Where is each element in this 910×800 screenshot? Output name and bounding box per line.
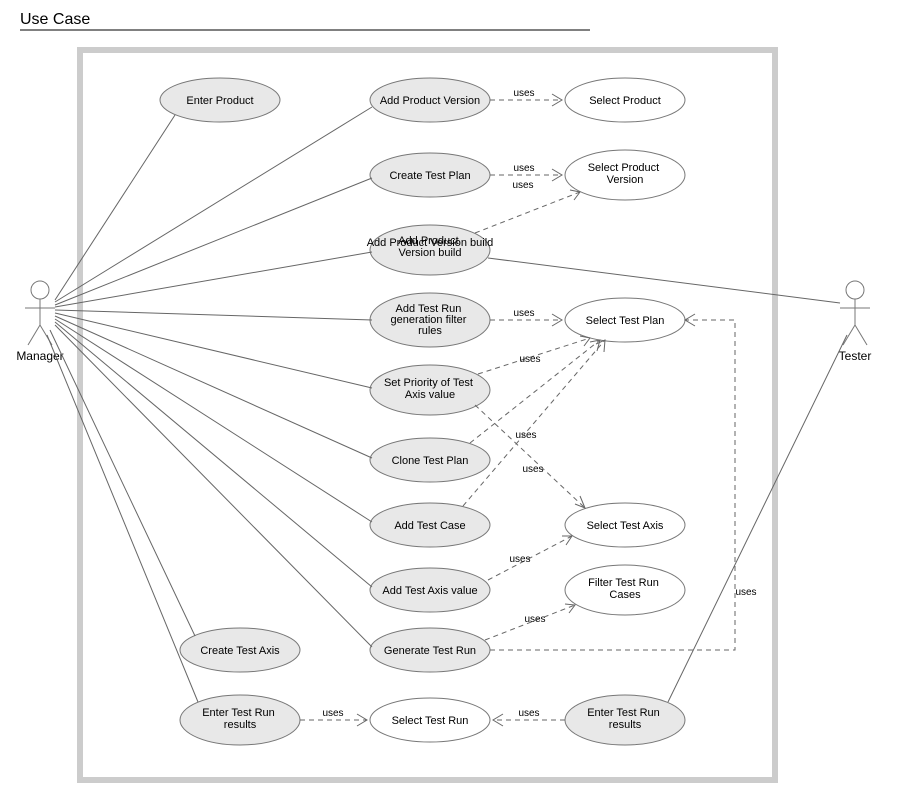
assoc-manager-add-product-version-build — [55, 252, 372, 307]
svg-text:uses: uses — [509, 554, 530, 565]
svg-text:uses: uses — [515, 430, 536, 441]
usecase-add-test-run-gen-filter-rules: Add Test Run generation filter rules — [370, 293, 490, 347]
usecase-add-test-axis-value: Add Test Axis value — [370, 568, 490, 612]
dep-add-test-axis-value-uses-select-test-axis: uses — [488, 536, 572, 580]
assoc-manager-add-test-case — [55, 319, 372, 522]
svg-text:Create Test Axis: Create Test Axis — [200, 645, 280, 657]
actor-manager: Manager — [16, 281, 63, 363]
svg-text:Select Product: Select Product — [589, 95, 661, 107]
assoc-manager-add-test-axis-value — [55, 322, 372, 587]
svg-text:uses: uses — [322, 708, 343, 719]
assoc-tester-add-product-version-build — [488, 258, 840, 303]
svg-text:Select Test Axis: Select Test Axis — [587, 520, 664, 532]
assoc-manager-generate-test-run — [55, 325, 372, 647]
usecase-select-test-plan: Select Test Plan — [565, 298, 685, 342]
usecase-enter-test-run-results-left: Enter Test Run results — [180, 695, 300, 745]
usecase-enter-test-run-results-right: Enter Test Run results — [565, 695, 685, 745]
assoc-manager-enter-test-run-results — [47, 335, 198, 702]
svg-text:Manager: Manager — [16, 349, 63, 363]
dep-add-product-version-uses-select-product: uses — [490, 88, 562, 106]
svg-text:uses: uses — [513, 308, 534, 319]
diagram-title: Use Case — [20, 11, 90, 28]
dep-add-pvb-uses-select-product-version: uses — [475, 180, 580, 233]
svg-text:uses: uses — [518, 708, 539, 719]
svg-text:Clone Test Plan: Clone Test Plan — [392, 455, 469, 467]
svg-text:Tester: Tester — [839, 349, 872, 363]
usecase-select-product: Select Product — [565, 78, 685, 122]
usecase-clone-test-plan: Clone Test Plan — [370, 438, 490, 482]
dep-filter-rules-uses-select-test-plan: uses — [490, 308, 562, 326]
dep-enter-results-right-uses-select-test-run: uses — [493, 708, 565, 726]
actor-tester: Tester — [839, 281, 872, 363]
assoc-manager-clone-test-plan — [55, 316, 372, 458]
svg-text:Generate Test Run: Generate Test Run — [384, 645, 476, 657]
svg-text:Add Test Axis value: Add Test Axis value — [382, 585, 477, 597]
dep-generate-uses-filter-cases: uses — [485, 604, 575, 640]
assoc-manager-create-test-plan — [55, 178, 372, 305]
dep-create-test-plan-uses-select-product-version: uses — [490, 163, 562, 181]
svg-text:uses: uses — [519, 354, 540, 365]
svg-text:uses: uses — [522, 464, 543, 475]
assoc-tester-enter-test-run-results — [668, 335, 847, 702]
svg-text:Add Product Version: Add Product Version — [380, 95, 480, 107]
svg-text:uses: uses — [512, 180, 533, 191]
svg-text:uses: uses — [735, 587, 756, 598]
dep-set-priority-uses-select-test-axis — [475, 405, 585, 508]
usecase-select-test-axis: Select Test Axis — [565, 503, 685, 547]
assoc-manager-create-test-axis — [50, 330, 195, 636]
svg-text:Create Test Plan: Create Test Plan — [389, 170, 470, 182]
usecase-add-product-version-build-label: Add Product Version build — [398, 235, 462, 259]
assoc-manager-add-test-run-filter-rules — [55, 310, 372, 320]
svg-text:Enter Product: Enter Product — [186, 95, 253, 107]
usecase-create-test-plan: Create Test Plan — [370, 153, 490, 197]
dep-set-priority-uses-select-test-plan: uses — [478, 336, 590, 374]
assoc-manager-set-priority — [55, 313, 372, 388]
svg-text:Add Test Case: Add Test Case — [394, 520, 465, 532]
usecase-set-priority-test-axis-value: Set Priority of Test Axis value — [370, 365, 490, 415]
usecase-select-test-run: Select Test Run — [370, 698, 490, 742]
svg-text:uses: uses — [513, 88, 534, 99]
dep-enter-results-left-uses-select-test-run: uses — [300, 708, 367, 726]
usecase-select-product-version: Select Product Version — [565, 150, 685, 200]
svg-text:Select Test Run: Select Test Run — [392, 715, 469, 727]
usecase-generate-test-run: Generate Test Run — [370, 628, 490, 672]
usecase-enter-product: Enter Product — [160, 78, 280, 122]
svg-text:uses: uses — [513, 163, 534, 174]
svg-text:uses: uses — [524, 614, 545, 625]
usecase-filter-test-run-cases: Filter Test Run Cases — [565, 565, 685, 615]
assoc-manager-add-product-version — [55, 107, 372, 302]
usecase-add-test-case: Add Test Case — [370, 503, 490, 547]
svg-text:Select Test Plan: Select Test Plan — [586, 315, 665, 327]
assoc-manager-enter-product — [55, 115, 175, 300]
usecase-create-test-axis: Create Test Axis — [180, 628, 300, 672]
usecase-add-product-version: Add Product Version — [370, 78, 490, 122]
